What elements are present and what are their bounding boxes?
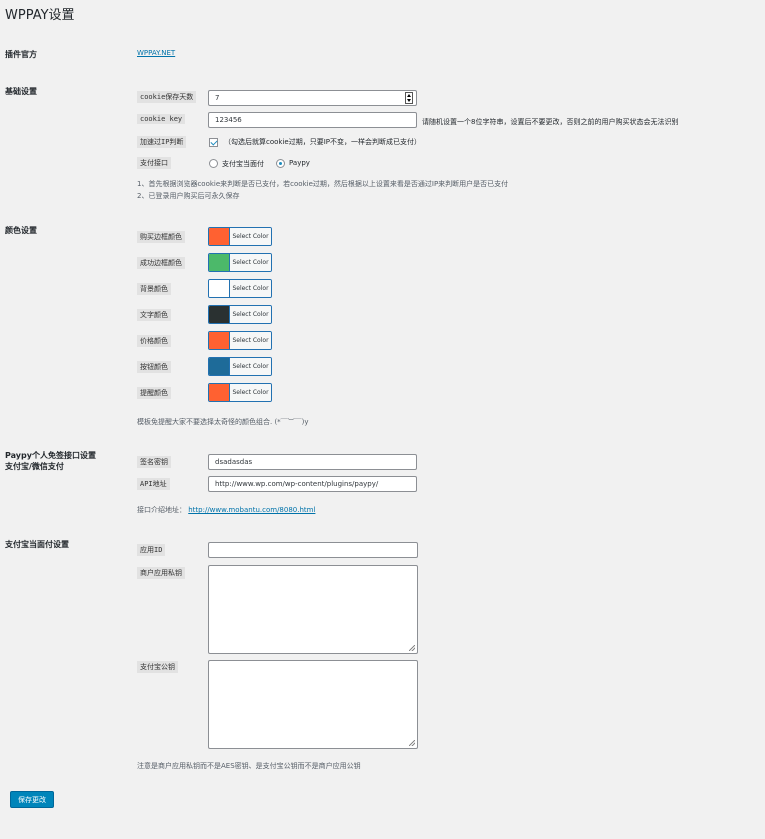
select-color-text: Select Color <box>229 358 271 375</box>
cookie-days-value: 7 <box>215 94 220 102</box>
alipay-appid-label: 应用ID <box>137 544 166 556</box>
color-settings-label: 颜色设置 <box>5 226 37 235</box>
paypy-key-input[interactable]: dsadasdas <box>208 454 417 470</box>
alipay-radio[interactable] <box>209 159 218 168</box>
paypy-api-input[interactable]: http://www.wp.com/wp-content/plugins/pay… <box>208 476 417 492</box>
paypy-intro: 接口介绍地址： http://www.mobantu.com/8080.html <box>137 505 315 515</box>
alipay-public-key-label: 支付宝公钥 <box>137 661 178 673</box>
resize-grip-icon[interactable] <box>409 740 415 746</box>
alipay-private-key-textarea[interactable] <box>208 565 418 654</box>
alipay-note: 注意是商户应用私钥而不是AES密钥、是支付宝公钥而不是商户应用公钥 <box>137 762 361 770</box>
paypy-api-label: API地址 <box>137 478 170 490</box>
color-label-purchase-border: 购买边框颜色 <box>137 231 185 243</box>
paypy-intro-prefix: 接口介绍地址： <box>137 506 186 514</box>
color-picker-reminder[interactable]: Select Color <box>208 383 272 402</box>
cookie-key-hint: 请随机设置一个8位字符串，设置后不要更改，否则之前的用户购买状态会无法识别 <box>422 118 679 126</box>
basic-note-1: 1、首先根据浏览器cookie来判断是否已支付，若cookie过期，然后根据以上… <box>137 180 509 188</box>
color-swatch <box>209 384 229 401</box>
resize-grip-icon[interactable] <box>409 645 415 651</box>
ip-check-label: 加速过IP判断 <box>137 136 187 148</box>
cookie-days-input[interactable]: 7 <box>208 90 417 106</box>
color-label-success-border: 成功边框颜色 <box>137 257 185 269</box>
alipay-settings-label: 支付宝当面付设置 <box>5 540 69 549</box>
page-title: WPPAY设置 <box>5 8 75 23</box>
cookie-days-label: cookie保存天数 <box>137 91 197 103</box>
select-color-text: Select Color <box>229 384 271 401</box>
color-swatch <box>209 254 229 271</box>
color-picker-purchase-border[interactable]: Select Color <box>208 227 272 246</box>
color-swatch <box>209 358 229 375</box>
color-swatch <box>209 228 229 245</box>
alipay-private-key-label: 商户应用私钥 <box>137 567 185 579</box>
paypy-api-value: http://www.wp.com/wp-content/plugins/pay… <box>215 480 379 488</box>
paypy-radio-label: Paypy <box>289 159 310 167</box>
payment-interface-label: 支付接口 <box>137 157 171 169</box>
paypy-settings-subtitle: 支付宝/微信支付 <box>5 462 64 471</box>
color-swatch <box>209 306 229 323</box>
select-color-text: Select Color <box>229 280 271 297</box>
alipay-public-key-textarea[interactable] <box>208 660 418 749</box>
color-swatch <box>209 332 229 349</box>
plugin-official-label: 插件官方 <box>5 50 37 59</box>
paypy-radio[interactable] <box>276 159 285 168</box>
color-picker-background[interactable]: Select Color <box>208 279 272 298</box>
color-label-reminder: 提醒颜色 <box>137 387 171 399</box>
color-label-price: 价格颜色 <box>137 335 171 347</box>
paypy-key-label: 签名密钥 <box>137 456 171 468</box>
basic-settings-label: 基础设置 <box>5 87 37 96</box>
paypy-settings-label: Paypy个人免签接口设置 支付宝/微信支付 <box>5 450 96 472</box>
color-picker-success-border[interactable]: Select Color <box>208 253 272 272</box>
select-color-text: Select Color <box>229 254 271 271</box>
color-label-button: 按钮颜色 <box>137 361 171 373</box>
color-picker-button[interactable]: Select Color <box>208 357 272 376</box>
basic-note-2: 2、已登录用户购买后可永久保存 <box>137 192 240 200</box>
select-color-text: Select Color <box>229 306 271 323</box>
alipay-appid-input[interactable] <box>208 542 418 558</box>
select-color-text: Select Color <box>229 332 271 349</box>
cookie-key-label: cookie key <box>137 114 186 124</box>
color-label-background: 背景颜色 <box>137 283 171 295</box>
save-button[interactable]: 保存更改 <box>10 791 54 808</box>
number-spinner-icon[interactable] <box>405 92 413 104</box>
paypy-key-value: dsadasdas <box>215 458 253 466</box>
select-color-text: Select Color <box>229 228 271 245</box>
plugin-official-link[interactable]: WPPAY.NET <box>137 49 175 57</box>
color-picker-price[interactable]: Select Color <box>208 331 272 350</box>
color-swatch <box>209 280 229 297</box>
paypy-settings-title: Paypy个人免签接口设置 <box>5 451 96 460</box>
cookie-key-input[interactable]: 123456 <box>208 112 417 128</box>
ip-check-checkbox[interactable] <box>209 138 218 147</box>
color-note: 模板免提醒大家不要选择太奇怪的颜色组合. (*￣︶￣)y <box>137 418 309 426</box>
paypy-intro-link[interactable]: http://www.mobantu.com/8080.html <box>188 506 315 514</box>
ip-check-hint: （勾选后就算cookie过期，只要IP不变，一样会判断成已支付） <box>224 138 422 146</box>
color-picker-text[interactable]: Select Color <box>208 305 272 324</box>
alipay-radio-label: 支付宝当面付 <box>222 160 264 168</box>
color-label-text: 文字颜色 <box>137 309 171 321</box>
cookie-key-value: 123456 <box>215 116 242 124</box>
